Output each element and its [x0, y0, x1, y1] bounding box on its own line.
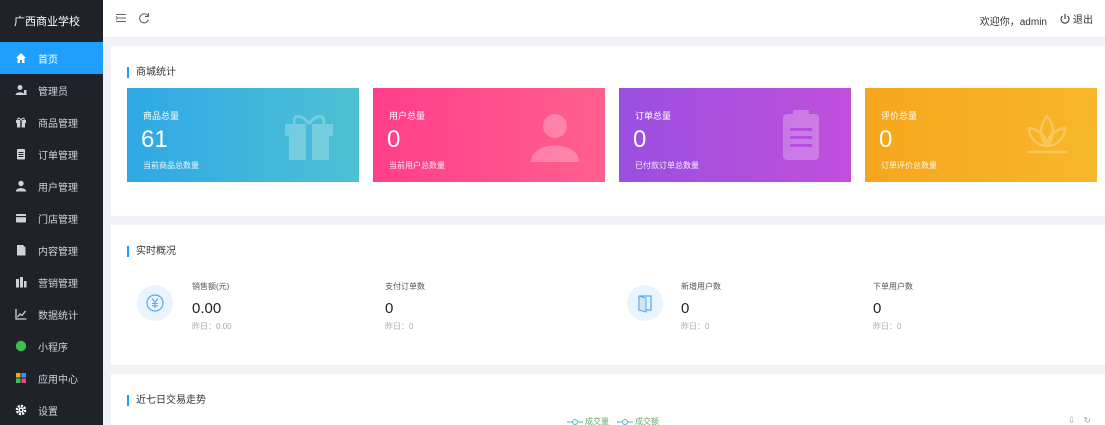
sidebar-item-label: 商品管理: [38, 118, 78, 130]
order-icon: [14, 147, 28, 161]
card-value: 61: [141, 126, 168, 153]
sidebar-item-apps[interactable]: 应用中心: [0, 362, 103, 394]
sidebar-item-label: 数据统计: [38, 310, 78, 322]
gear-icon: [14, 403, 28, 417]
card-label: 订单总量: [635, 111, 672, 121]
legend-label: 成交量: [585, 417, 609, 425]
chart-line-icon: [14, 307, 28, 321]
sidebar-item-label: 小程序: [38, 342, 68, 354]
panel-title: 近七日交易走势: [127, 395, 206, 406]
card-label: 评价总量: [881, 111, 918, 121]
panel-title: 实时概况: [127, 246, 176, 257]
sidebar-item-content[interactable]: 内容管理: [0, 234, 103, 266]
sidebar-item-label: 设置: [38, 406, 58, 418]
admin-user-icon: [14, 83, 28, 97]
stat-card-orders[interactable]: 订单总量 0 已付款订单总数量: [619, 88, 851, 182]
home-icon: [14, 51, 28, 65]
stat-value: 0.00: [192, 300, 222, 317]
stat-paid-orders: 支付订单数 0 昨日：0: [385, 281, 425, 332]
legend-item-volume[interactable]: 成交量: [567, 416, 609, 425]
panel-title: 商城统计: [127, 67, 176, 78]
stat-value: 0: [681, 300, 690, 317]
sidebar-item-admin[interactable]: 管理员: [0, 74, 103, 106]
sidebar-item-label: 首页: [38, 54, 58, 66]
stat-new-users: 新增用户数 0 昨日：0: [681, 281, 721, 332]
card-subtitle: 当前用户总数量: [389, 161, 445, 170]
stat-yesterday: 昨日：0.00: [192, 322, 232, 331]
stat-label: 新增用户数: [681, 282, 721, 291]
sidebar-item-settings[interactable]: 设置: [0, 394, 103, 425]
stat-yesterday: 昨日：0: [385, 322, 414, 331]
legend-item-amount[interactable]: 成交额: [617, 416, 659, 425]
stat-value: 0: [385, 300, 394, 317]
sidebar-item-label: 营销管理: [38, 278, 78, 290]
sidebar-item-products[interactable]: 商品管理: [0, 106, 103, 138]
card-value: 0: [387, 126, 401, 153]
sidebar-item-label: 订单管理: [38, 150, 78, 162]
sidebar-item-users[interactable]: 用户管理: [0, 170, 103, 202]
user-icon: [14, 179, 28, 193]
card-subtitle: 订单评价总数量: [881, 161, 937, 170]
stat-label: 下单用户数: [873, 282, 913, 291]
stat-label: 支付订单数: [385, 282, 425, 291]
sidebar-item-label: 应用中心: [38, 374, 78, 386]
card-label: 商品总量: [143, 111, 180, 121]
stat-order-users: 下单用户数 0 昨日：0: [873, 281, 913, 332]
power-icon: [1060, 13, 1070, 24]
sidebar-item-label: 门店管理: [38, 214, 78, 226]
brand-title: 广西商业学校: [14, 16, 80, 28]
sidebar-item-stores[interactable]: 门店管理: [0, 202, 103, 234]
trend-panel: 近七日交易走势 成交量 成交额 ⇩ ↻: [111, 374, 1105, 425]
card-label: 用户总量: [389, 111, 426, 121]
store-icon: [14, 211, 28, 225]
sidebar-item-label: 用户管理: [38, 182, 78, 194]
document-icon: [14, 243, 28, 257]
realtime-panel: 实时概况 销售额(元) 0.00 昨日：0.00 支付订单数 0 昨日：0 新增…: [111, 225, 1105, 365]
flower-icon: [1027, 113, 1067, 154]
stat-value: 0: [873, 300, 882, 317]
marketing-icon: [14, 275, 28, 289]
card-value: 0: [633, 126, 647, 153]
card-subtitle: 已付款订单总数量: [635, 161, 699, 170]
chart-legend: 成交量 成交额: [567, 416, 659, 425]
card-value: 0: [879, 126, 893, 153]
gift-icon: [285, 115, 333, 160]
miniprogram-icon: [14, 339, 28, 353]
stat-yesterday: 昨日：0: [873, 322, 902, 331]
sidebar-item-orders[interactable]: 订单管理: [0, 138, 103, 170]
logout-label: 退出: [1073, 15, 1093, 26]
stat-card-users[interactable]: 用户总量 0 当前用户总数量: [373, 88, 605, 182]
chart-refresh-icon[interactable]: ↻: [1083, 415, 1091, 425]
chart-toolbox: ⇩ ↻: [1068, 415, 1091, 425]
stat-card-reviews[interactable]: 评价总量 0 订单评价总数量: [865, 88, 1097, 182]
door-icon: [627, 285, 663, 321]
stat-card-products[interactable]: 商品总量 61 当前商品总数量: [127, 88, 359, 182]
welcome-text: 欢迎你，admin: [979, 17, 1047, 28]
sidebar-item-marketing[interactable]: 营销管理: [0, 266, 103, 298]
legend-line-icon: [567, 418, 583, 425]
sidebar-item-home[interactable]: 首页: [0, 42, 103, 74]
order-icon: [783, 110, 819, 160]
logout-button[interactable]: 退出: [1059, 11, 1093, 26]
sidebar: 广西商业学校 首页 管理员 商品管理 订单管理 用户管理 门店管理 内容管理 营…: [0, 0, 103, 425]
stat-sales: 销售额(元) 0.00 昨日：0.00: [192, 281, 232, 332]
gift-icon: [14, 115, 28, 129]
yuan-icon: [137, 285, 173, 321]
top-bar: 欢迎你，admin 退出: [103, 0, 1105, 38]
sidebar-item-label: 内容管理: [38, 246, 78, 258]
card-subtitle: 当前商品总数量: [143, 161, 199, 170]
sidebar-item-label: 管理员: [38, 86, 68, 98]
legend-line-icon: [617, 418, 633, 425]
stat-label: 销售额(元): [192, 282, 230, 291]
mall-stats-panel: 商城统计 商品总量 61 当前商品总数量 用户总量 0 当前用户总数量 订单总量…: [111, 46, 1105, 216]
chart-download-icon[interactable]: ⇩: [1068, 415, 1076, 425]
refresh-icon[interactable]: [136, 10, 152, 26]
menu-collapse-icon[interactable]: [113, 10, 129, 26]
legend-label: 成交额: [635, 417, 659, 425]
user-icon: [531, 114, 579, 162]
sidebar-item-miniprogram[interactable]: 小程序: [0, 330, 103, 362]
stat-yesterday: 昨日：0: [681, 322, 710, 331]
sidebar-item-statistics[interactable]: 数据统计: [0, 298, 103, 330]
apps-icon: [14, 371, 28, 385]
